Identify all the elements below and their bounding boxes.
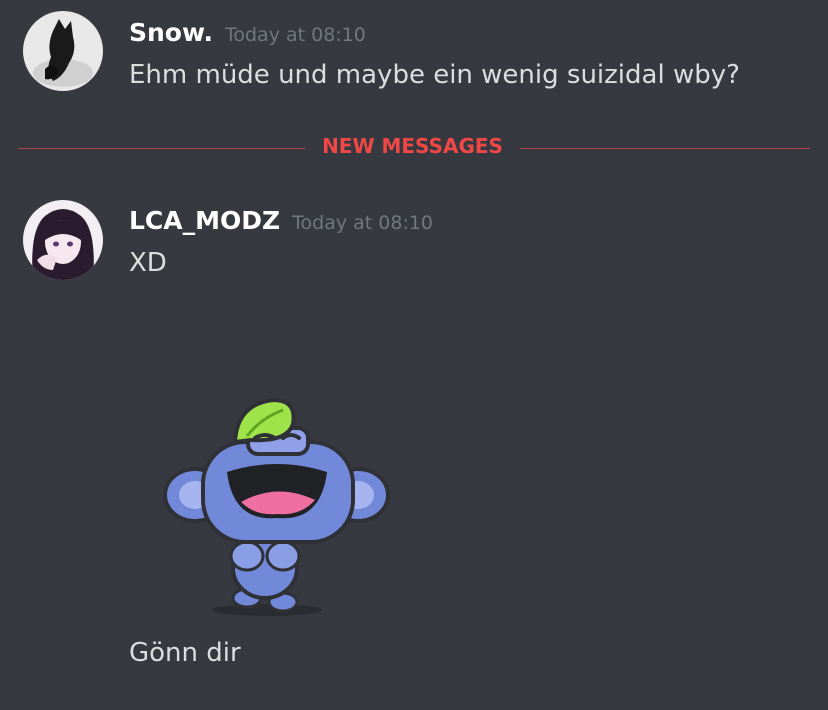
username[interactable]: Snow. bbox=[129, 18, 213, 47]
message-text: Gönn dir bbox=[129, 638, 241, 668]
message-text: XD bbox=[129, 248, 167, 278]
message-text: Ehm müde und maybe ein wenig suizidal wb… bbox=[129, 60, 740, 90]
chat-messages-pane: Snow. Today at 08:10 Ehm müde und maybe e… bbox=[0, 0, 828, 710]
timestamp: Today at 08:10 bbox=[224, 24, 366, 46]
timestamp: Today at 08:10 bbox=[292, 212, 434, 234]
wumpus-laughing-sticker-icon[interactable] bbox=[155, 390, 400, 620]
message-group: Snow. Today at 08:10 Ehm müde und maybe e… bbox=[0, 0, 828, 120]
avatar[interactable] bbox=[23, 200, 103, 280]
message-header: Snow. Today at 08:10 bbox=[129, 18, 366, 47]
message-header: LCA_MODZ Today at 08:10 bbox=[129, 206, 433, 235]
message-group: LCA_MODZ Today at 08:10 XD Gönn dir bbox=[0, 190, 828, 710]
avatar[interactable] bbox=[23, 11, 103, 91]
username[interactable]: LCA_MODZ bbox=[129, 206, 280, 235]
new-messages-label: NEW MESSAGES bbox=[305, 134, 520, 158]
